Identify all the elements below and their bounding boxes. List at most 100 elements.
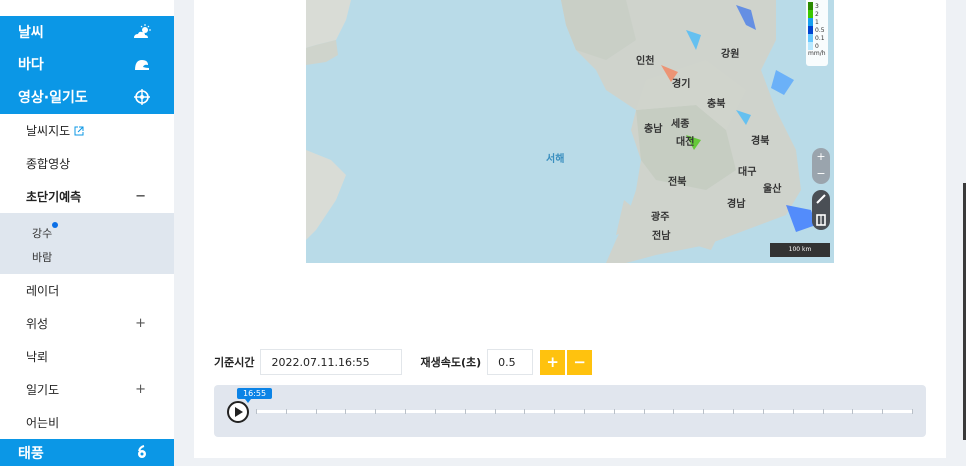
map-label-west-sea: 서해 [546,154,565,165]
timeline-tick [912,409,913,414]
legend-value: 0 [815,42,819,50]
sidebar-item-weather-chart[interactable]: 일기도 + [0,373,174,406]
timeline-tick [494,409,496,414]
sidebar-item-lightning[interactable]: 낙뢰 [0,340,174,373]
timeline-tick [524,409,526,414]
submenu-item-wind[interactable]: 바람 [32,249,52,265]
sidebar-item-radar-label: 레이더 [26,284,60,298]
wave-icon [135,59,149,70]
collapse-toggle[interactable]: − [135,189,146,204]
map-label-daejeon: 대전 [676,137,695,148]
precipitation-legend: 3 2 1 0.5 0.1 0 mm/h [806,0,828,66]
base-time-field[interactable]: 2022.07.11.16:55 [260,349,403,375]
typhoon-icon [138,444,146,458]
sidebar-item-freezing-rain-label: 어는비 [26,416,60,430]
sidebar-item-freezing-rain[interactable]: 어는비 [0,406,174,439]
speed-decrease-button[interactable]: − [567,349,593,375]
map-label-sejong: 세종 [671,119,690,130]
map-label-incheon: 인천 [636,56,655,67]
legend-swatch [808,10,813,18]
expand-toggle[interactable]: + [135,316,146,331]
map-tools [812,190,830,230]
map-label-gyeongnam: 경남 [727,199,746,210]
timeline-tick [822,409,824,414]
zoom-out-button[interactable]: − [812,166,830,184]
category-weather[interactable]: 날씨 [0,16,174,48]
timeline-track[interactable] [256,409,913,414]
legend-swatch [808,34,813,42]
external-link-icon [74,126,84,135]
sidebar: 날씨 바다 영상·일기도 날씨지도 종합영상 초단기예측 − 강수 바람 레이더… [0,0,174,466]
timeline-tick [434,409,436,414]
weather-sun-cloud-icon [134,24,151,38]
legend-swatch [808,42,813,50]
legend-swatch [808,2,813,10]
category-weather-label: 날씨 [18,25,44,41]
sidebar-item-weather-chart-label: 일기도 [26,383,60,397]
legend-swatch [808,26,813,34]
timeline-tick [882,409,884,414]
playback-settings: 기준시간 2022.07.11.16:55 재생속도(초) 0.5 + − [214,348,593,376]
sidebar-item-satellite[interactable]: 위성 + [0,307,174,340]
timeline-tick [285,409,287,414]
timeline-tick [256,409,257,414]
map-label-gyeongbuk: 경북 [751,136,770,147]
map-label-jeonbuk: 전북 [668,177,687,188]
timeline-tick [315,409,317,414]
timeline-tick [792,409,794,414]
timeline-tick [613,409,615,414]
legend-value: 0.1 [815,34,825,42]
timeline-tick [643,409,645,414]
speed-increase-button[interactable]: + [540,349,566,375]
timeline-tick [673,409,675,414]
timeline-tick [405,409,407,414]
legend-value: 3 [815,2,819,10]
map-scale-bar: 100 km [770,243,830,257]
sidebar-item-composite-image-label: 종합영상 [26,157,71,171]
satellite-icon [134,88,150,105]
category-sea-label: 바다 [18,56,44,73]
map-label-ulsan: 울산 [763,184,782,195]
ruler-icon[interactable] [812,190,830,208]
sidebar-item-weather-map[interactable]: 날씨지도 [0,114,174,147]
legend-value: 1 [815,18,819,26]
sidebar-item-radar[interactable]: 레이더 [0,274,174,307]
timeline-tick [464,409,466,414]
map-label-gyeonggi: 경기 [672,79,691,90]
timeline-tick [762,409,764,414]
map-label-gwangju: 광주 [651,212,670,223]
map-label-chungbuk: 충북 [707,99,726,110]
expand-toggle[interactable]: + [135,382,146,397]
timeline-bar: 16:55 [214,385,926,437]
timeline-tick [345,409,347,414]
submenu-item-precipitation[interactable]: 강수 [32,225,52,241]
timeline-tick [584,409,585,414]
map-label-daegu: 대구 [738,167,757,178]
sidebar-item-composite-image[interactable]: 종합영상 [0,147,174,180]
radar-map[interactable]: 인천 경기 강원 충북 충남 세종 대전 경북 대구 전북 울산 경남 광주 전… [306,0,834,263]
play-button[interactable] [227,401,249,423]
category-image-chart-label: 영상·일기도 [18,89,88,106]
timeline-tick [703,409,705,414]
timeline-tick [375,409,377,414]
playback-speed-label: 재생속도(초) [420,356,482,369]
zoom-in-button[interactable]: + [812,148,830,166]
sidebar-item-weather-map-label: 날씨지도 [26,124,71,138]
map-label-jeonnam: 전남 [652,231,671,242]
legend-swatch [808,18,813,26]
category-image-chart[interactable]: 영상·일기도 [0,79,174,114]
category-typhoon[interactable]: 태풍 [0,439,174,466]
zoom-control: + − [812,148,830,184]
playback-speed-field[interactable]: 0.5 [487,349,534,375]
timeline-tick [554,409,556,414]
map-layer-icon[interactable] [812,211,830,229]
legend-value: 2 [815,10,819,18]
sidebar-item-nowcast-label: 초단기예측 [21,190,86,207]
sidebar-item-lightning-label: 낙뢰 [26,350,49,364]
main-panel: 인천 경기 강원 충북 충남 세종 대전 경북 대구 전북 울산 경남 광주 전… [194,0,946,458]
sidebar-item-nowcast[interactable]: 초단기예측 − [0,180,174,213]
timeline-tick [852,409,854,414]
current-time-tag: 16:55 [237,388,273,403]
category-sea[interactable]: 바다 [0,48,174,79]
base-time-label: 기준시간 [214,356,255,369]
